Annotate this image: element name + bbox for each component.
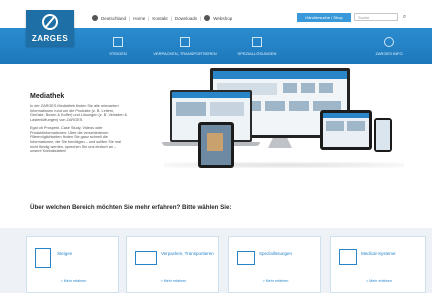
- info-icon: [384, 36, 394, 47]
- card-label: Steigen: [57, 251, 73, 256]
- stairs-icon: [237, 251, 255, 265]
- section-question: Über welchen Bereich möchten Sie mehr er…: [30, 204, 232, 211]
- smartphone: [374, 118, 392, 152]
- nav-item-zarges-info[interactable]: ZARGES INFO: [364, 28, 414, 64]
- category-card-speziallosungen[interactable]: Speziallösungen > Mehr erfahren: [228, 236, 321, 293]
- nav-item-verpacken[interactable]: VERPACKEN, TRANSPORTIEREN: [150, 28, 220, 64]
- utility-link-downloads[interactable]: Downloads: [175, 16, 197, 21]
- utility-link-country[interactable]: Deutschland: [101, 16, 126, 21]
- search-input[interactable]: Suche: [354, 13, 398, 21]
- tablet-screen: [323, 113, 369, 147]
- medical-icon: [339, 249, 357, 265]
- separator: |: [170, 15, 172, 21]
- mediathek-title: Mediathek: [30, 93, 65, 100]
- zarges-logo[interactable]: ZARGES: [26, 10, 74, 46]
- nav-item-steigen[interactable]: STEIGEN: [88, 28, 148, 64]
- card-label: Verpacken, Transportieren: [161, 251, 214, 256]
- screen-header: [323, 113, 369, 118]
- devices-illustration: [160, 66, 410, 172]
- box-icon: [135, 251, 157, 265]
- cart-icon: [204, 15, 211, 21]
- box-icon: [180, 36, 190, 47]
- more-link[interactable]: > Mehr erfahren: [331, 279, 427, 283]
- screen-tile: [326, 121, 344, 131]
- screen-header: [213, 71, 347, 79]
- tablet-screen: [201, 125, 231, 165]
- nav-label: STEIGEN: [109, 50, 127, 56]
- more-link[interactable]: > Mehr erfahren: [229, 279, 322, 283]
- special-icon: [252, 36, 262, 47]
- more-link[interactable]: > Mehr erfahren: [27, 279, 120, 283]
- page: Deutschland | Home | Kontakt | Downloads…: [0, 0, 432, 293]
- nav-item-speziallosungen[interactable]: SPEZIALLÖSUNGEN: [222, 28, 292, 64]
- monitor-stand: [268, 138, 292, 148]
- screen-tile: [210, 102, 244, 116]
- screen-tile: [176, 102, 206, 116]
- ladder-icon: [113, 36, 123, 47]
- search-icon[interactable]: ⌕: [400, 13, 409, 21]
- separator: |: [200, 15, 202, 21]
- screen-tile: [347, 121, 365, 131]
- mediathek-paragraph: In der ZARGES Mediathek finden Sie alle …: [30, 104, 128, 123]
- nav-label: SPEZIALLÖSUNGEN: [237, 50, 277, 56]
- tablet-left: [198, 122, 234, 168]
- nav-label: VERPACKEN, TRANSPORTIEREN: [153, 50, 217, 56]
- dealer-search-button[interactable]: Händlersuche / Shop: [297, 13, 351, 22]
- utility-link-home[interactable]: Home: [133, 16, 145, 21]
- screen-tile: [289, 101, 309, 111]
- tablet-right: [320, 110, 372, 150]
- more-link[interactable]: > Mehr erfahren: [127, 279, 220, 283]
- screen-tile: [265, 101, 285, 111]
- phone-screen: [376, 120, 390, 150]
- category-card-steigen[interactable]: Steigen > Mehr erfahren: [26, 236, 119, 293]
- globe-icon[interactable]: [92, 15, 98, 21]
- separator: |: [129, 15, 131, 21]
- separator: |: [148, 15, 150, 21]
- card-label: Speziallösungen: [259, 251, 293, 256]
- mediathek-paragraph: Egal ob Prospekt, Case Study, Videos ode…: [30, 125, 121, 154]
- utility-link-contact[interactable]: Kontakt: [152, 16, 167, 21]
- logo-text: ZARGES: [31, 34, 69, 43]
- utility-link-webshop[interactable]: Webshop: [213, 16, 232, 21]
- screen-tile: [283, 83, 297, 93]
- card-label: Medical-Systeme: [361, 251, 396, 256]
- screen-tile: [319, 83, 333, 93]
- screen-tile: [301, 83, 315, 93]
- utility-links: Deutschland | Home | Kontakt | Downloads…: [92, 13, 232, 23]
- ladder-icon: [35, 248, 51, 268]
- category-card-verpacken[interactable]: Verpacken, Transportieren > Mehr erfahre…: [126, 236, 219, 293]
- nav-label: ZARGES INFO: [375, 50, 403, 56]
- category-card-medical[interactable]: Medical-Systeme > Mehr erfahren: [330, 236, 426, 293]
- logo-mark-icon: [42, 14, 58, 30]
- mediathek-description: In der ZARGES Mediathek finden Sie alle …: [30, 104, 128, 157]
- screen-header: [172, 92, 250, 98]
